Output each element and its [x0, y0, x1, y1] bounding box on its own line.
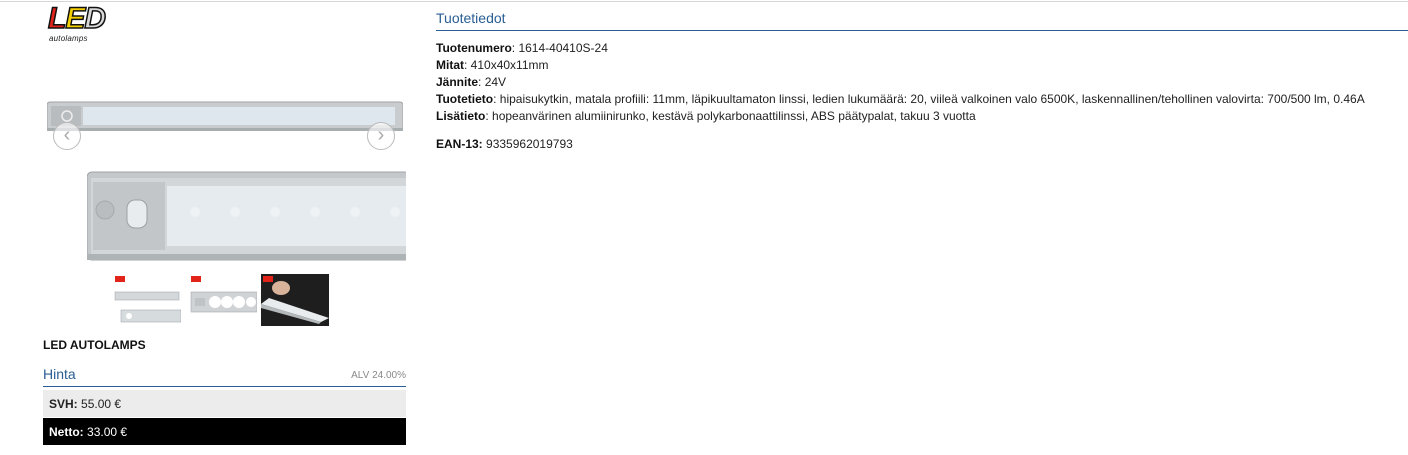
spec-row-ean: EAN-13: 9335962019793 — [436, 137, 573, 151]
details-header: Tuotetiedot — [436, 10, 1408, 31]
thumbnail-image-3 — [261, 274, 329, 326]
svh-label: SVH: — [49, 397, 78, 411]
lamp-image-small — [47, 101, 403, 131]
thumbnail-image-2 — [190, 276, 257, 313]
logo-letter-l: L — [47, 2, 67, 35]
product-image-gallery: ‹ › — [43, 90, 406, 266]
thumbnail-3[interactable] — [261, 274, 329, 326]
chevron-right-icon: › — [377, 124, 385, 146]
lamp-image-large — [87, 171, 406, 261]
logo-mark: LED — [47, 2, 107, 35]
logo-subtitle: autolamps — [49, 34, 88, 43]
brand-logo[interactable]: LED autolamps — [47, 2, 110, 44]
thumbnail-1[interactable] — [113, 274, 181, 326]
next-image-button[interactable]: › — [367, 122, 395, 150]
spec-row-additional-info: Lisätieto: hopeanvärinen alumiinirunko, … — [436, 109, 976, 123]
spec-label: Jännite — [436, 75, 479, 89]
spec-row-voltage: Jännite: 24V — [436, 75, 507, 89]
ean-value: 9335962019793 — [486, 137, 573, 151]
price-title: Hinta — [43, 366, 76, 382]
spec-row-product-number: Tuotenumero: 1614-40410S-24 — [436, 41, 608, 55]
details-title: Tuotetiedot — [436, 10, 506, 26]
netto-value: 33.00 € — [87, 425, 128, 439]
netto-price-row: Netto: 33.00 € — [43, 418, 406, 445]
brand-name: LED AUTOLAMPS — [43, 338, 146, 352]
chevron-left-icon: ‹ — [63, 124, 71, 146]
price-header: Hinta ALV 24.00% — [43, 366, 406, 387]
thumbnail-2[interactable] — [189, 274, 257, 326]
ean-label: EAN-13: — [436, 137, 483, 151]
thumbnail-image-1 — [114, 276, 181, 323]
netto-label: Netto: — [49, 425, 84, 439]
spec-value: hipaisukytkin, matala profiili: 11mm, lä… — [499, 92, 1365, 106]
top-divider — [0, 1, 1408, 2]
logo-letter-e: E — [65, 2, 87, 35]
spec-label: Tuotenumero — [436, 41, 512, 55]
spec-label: Tuotetieto — [436, 92, 494, 106]
spec-row-product-info: Tuotetieto: hipaisukytkin, matala profii… — [436, 92, 1365, 106]
svh-price-row: SVH: 55.00 € — [43, 390, 406, 417]
svh-value: 55.00 € — [81, 397, 122, 411]
previous-image-button[interactable]: ‹ — [53, 122, 81, 150]
spec-value: 24V — [484, 75, 507, 89]
thumbnail-strip — [113, 274, 333, 326]
spec-value: 1614-40410S-24 — [518, 41, 608, 55]
spec-label: Mitat — [436, 58, 464, 72]
spec-label: Lisätieto — [436, 109, 486, 123]
spec-value: hopeanvärinen alumiinirunko, kestävä pol… — [492, 109, 976, 123]
spec-value: 410x40x11mm — [470, 58, 549, 72]
spec-row-dimensions: Mitat: 410x40x11mm — [436, 58, 549, 72]
vat-rate: ALV 24.00% — [351, 370, 406, 381]
logo-letter-d: D — [84, 2, 107, 35]
